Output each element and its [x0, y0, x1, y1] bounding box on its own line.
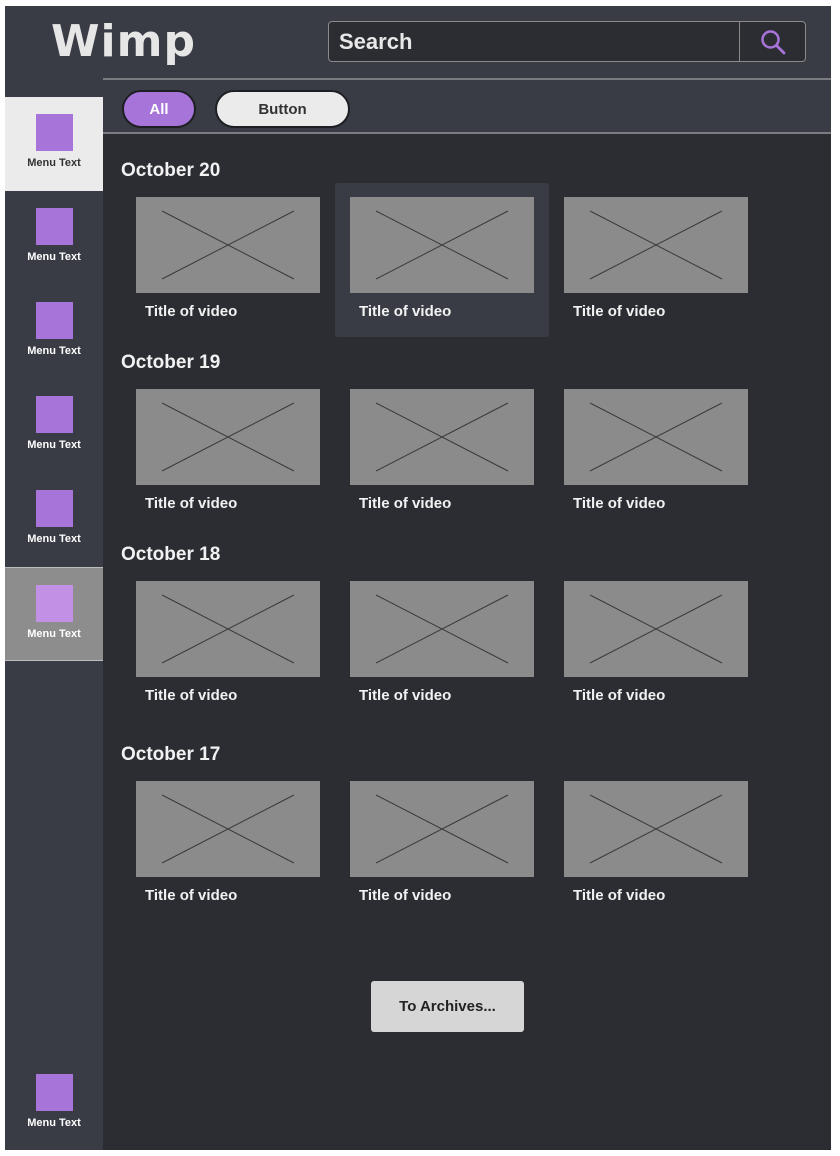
sidebar-item-5[interactable]: Menu Text [5, 473, 103, 567]
video-thumbnail [136, 581, 320, 677]
video-title: Title of video [573, 495, 666, 512]
video-thumbnail [564, 197, 748, 293]
menu-icon [35, 302, 73, 339]
video-card[interactable]: Title of video [121, 183, 335, 337]
video-title: Title of video [145, 495, 238, 512]
search-icon [760, 29, 785, 54]
video-thumbnail [564, 781, 748, 877]
sidebar-item-label: Menu Text [27, 1117, 81, 1129]
video-thumbnail [350, 389, 534, 485]
menu-icon [35, 585, 73, 622]
search-input[interactable] [329, 22, 739, 61]
logo[interactable]: Wimp [51, 16, 196, 68]
video-title: Title of video [359, 887, 452, 904]
video-title: Title of video [573, 887, 666, 904]
video-card[interactable]: Title of video [335, 183, 549, 337]
section-date: October 17 [121, 744, 221, 765]
sidebar-item-label: Menu Text [27, 439, 81, 451]
video-thumbnail [350, 581, 534, 677]
sidebar-item-label: Menu Text [27, 157, 81, 169]
video-title: Title of video [573, 687, 666, 704]
sidebar-item-label: Menu Text [27, 251, 81, 263]
sidebar-item-label: Menu Text [27, 533, 81, 545]
video-thumbnail [136, 781, 320, 877]
sidebar-item-3[interactable]: Menu Text [5, 285, 103, 379]
menu-icon [35, 114, 73, 151]
sidebar-item-4[interactable]: Menu Text [5, 379, 103, 473]
filter-bar: All Button [103, 78, 831, 134]
section-date: October 18 [121, 544, 221, 565]
video-card[interactable]: Title of video [549, 567, 763, 721]
sidebar-item-2[interactable]: Menu Text [5, 191, 103, 285]
sidebar-item-label: Menu Text [27, 628, 81, 640]
video-card[interactable]: Title of video [335, 567, 549, 721]
sidebar-item-1[interactable]: Menu Text [5, 97, 103, 191]
sidebar-item-label: Menu Text [27, 345, 81, 357]
filter-chip-button[interactable]: Button [215, 90, 350, 128]
video-title: Title of video [359, 495, 452, 512]
video-card[interactable]: Title of video [549, 767, 763, 921]
header: Wimp [5, 6, 831, 78]
video-card[interactable]: Title of video [335, 767, 549, 921]
section-date: October 20 [121, 160, 221, 181]
video-thumbnail [350, 781, 534, 877]
menu-icon [35, 208, 73, 245]
video-card[interactable]: Title of video [121, 567, 335, 721]
video-card[interactable]: Title of video [335, 375, 549, 529]
filter-chip-all[interactable]: All [122, 90, 196, 128]
video-thumbnail [564, 581, 748, 677]
archives-button[interactable]: To Archives... [371, 981, 524, 1032]
video-title: Title of video [359, 687, 452, 704]
video-thumbnail [564, 389, 748, 485]
section-date: October 19 [121, 352, 221, 373]
video-card[interactable]: Title of video [121, 767, 335, 921]
sidebar-item-bottom[interactable]: Menu Text [5, 1057, 103, 1150]
search-bar [328, 21, 806, 62]
video-thumbnail [350, 197, 534, 293]
search-button[interactable] [739, 22, 805, 61]
video-card[interactable]: Title of video [121, 375, 335, 529]
video-title: Title of video [573, 303, 666, 320]
video-thumbnail [136, 389, 320, 485]
menu-icon [35, 1074, 73, 1111]
menu-icon [35, 490, 73, 527]
video-title: Title of video [145, 303, 238, 320]
sidebar-item-6[interactable]: Menu Text [5, 567, 103, 661]
app-window: Wimp All Button Menu Text Menu Text M [5, 6, 831, 1150]
video-card[interactable]: Title of video [549, 375, 763, 529]
sidebar: Menu Text Menu Text Menu Text Menu Text … [5, 78, 103, 1150]
menu-icon [35, 396, 73, 433]
video-title: Title of video [145, 887, 238, 904]
video-card[interactable]: Title of video [549, 183, 763, 337]
video-thumbnail [136, 197, 320, 293]
video-title: Title of video [145, 687, 238, 704]
video-title: Title of video [359, 303, 452, 320]
